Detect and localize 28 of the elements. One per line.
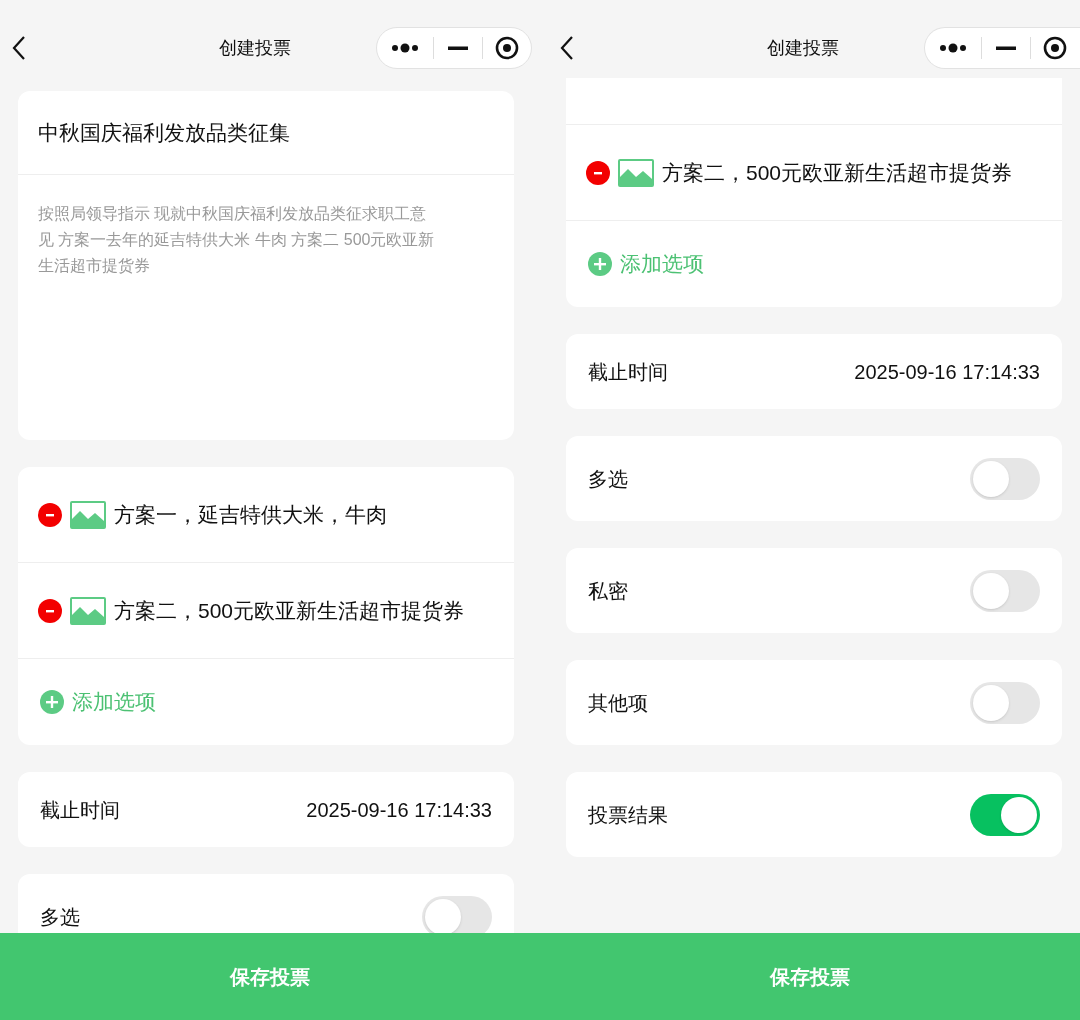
option-text[interactable]: 方案二，500元欧亚新生活超市提货券: [114, 594, 465, 627]
deadline-value[interactable]: 2025-09-16 17:14:33: [854, 356, 1040, 387]
setting-label: 多选: [40, 904, 80, 930]
option-text[interactable]: 方案一，延吉特供大米，牛肉: [114, 498, 387, 531]
field-label: 截止时间: [40, 797, 120, 823]
setting-label: 其他项: [588, 690, 648, 716]
deadline-value[interactable]: 2025-09-16 17:14:33: [306, 794, 492, 825]
page-title: 创建投票: [767, 36, 839, 60]
toggle-switch[interactable]: [970, 681, 1040, 724]
remove-icon[interactable]: [38, 598, 62, 623]
setting-label: 投票结果: [588, 802, 668, 828]
page-title: 创建投票: [219, 36, 291, 60]
toggle-switch[interactable]: [970, 793, 1040, 836]
toggle-switch[interactable]: [970, 569, 1040, 612]
add-icon: [40, 690, 64, 714]
field-label: 截止时间: [588, 359, 668, 385]
toggle-switch[interactable]: [422, 895, 492, 933]
remove-icon[interactable]: [586, 160, 610, 185]
setting-label: 私密: [588, 578, 628, 604]
add-icon: [588, 252, 612, 276]
vote-title[interactable]: 中秋国庆福利发放品类征集: [38, 116, 290, 149]
option-text[interactable]: 方案二，500元欧亚新生活超市提货券: [662, 156, 1013, 189]
toggle-switch[interactable]: [970, 457, 1040, 500]
image-icon: [70, 596, 106, 625]
setting-label: 多选: [588, 466, 628, 492]
image-icon: [70, 500, 106, 529]
image-icon: [618, 158, 654, 187]
remove-icon[interactable]: [38, 502, 62, 527]
